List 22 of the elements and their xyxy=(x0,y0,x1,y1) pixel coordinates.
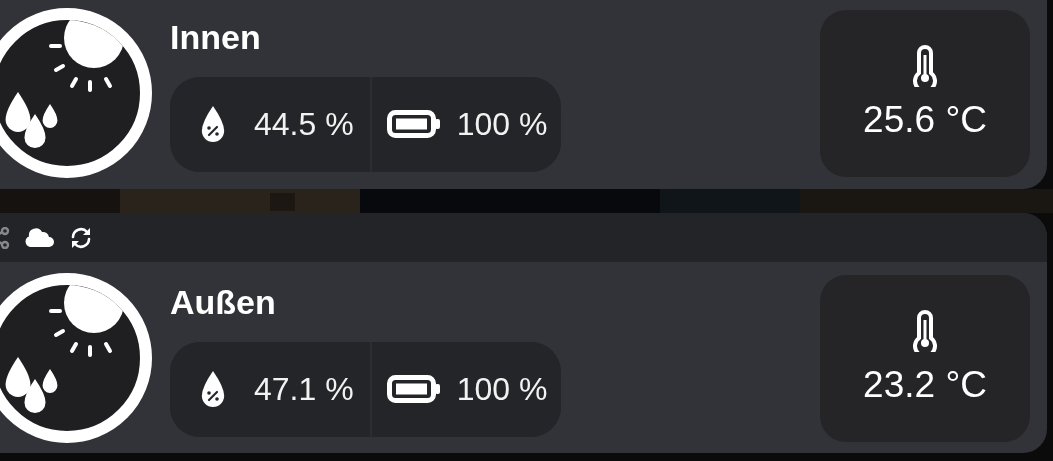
sensor-name: Innen xyxy=(170,16,262,58)
temperature-value: 23.2 °C xyxy=(863,364,987,406)
humidity-value: 44.5 % xyxy=(254,105,354,143)
humidity-value: 47.1 % xyxy=(254,370,354,408)
humidity-chip[interactable]: 44.5 % xyxy=(170,76,370,172)
battery-value: 100 % xyxy=(456,105,548,143)
temperature-tile[interactable]: 25.6 °C xyxy=(820,9,1030,177)
humidity-chip[interactable]: 47.1 % xyxy=(170,341,370,437)
temperature-tile[interactable]: 23.2 °C xyxy=(820,274,1030,442)
battery-chip[interactable]: 100 % xyxy=(371,76,562,172)
thermometer-icon xyxy=(912,45,938,87)
cloud-icon[interactable] xyxy=(24,227,55,248)
battery-icon xyxy=(386,110,441,138)
weather-sun-rain-icon xyxy=(0,273,152,443)
sync-icon[interactable] xyxy=(69,225,93,250)
battery-icon xyxy=(386,375,441,403)
battery-value: 100 % xyxy=(456,370,548,408)
weather-sun-rain-icon xyxy=(0,8,152,178)
battery-chip[interactable]: 100 % xyxy=(371,341,562,437)
temperature-value: 25.6 °C xyxy=(863,99,987,141)
sensor-name: Außen xyxy=(170,281,277,323)
thermometer-icon xyxy=(912,310,938,352)
